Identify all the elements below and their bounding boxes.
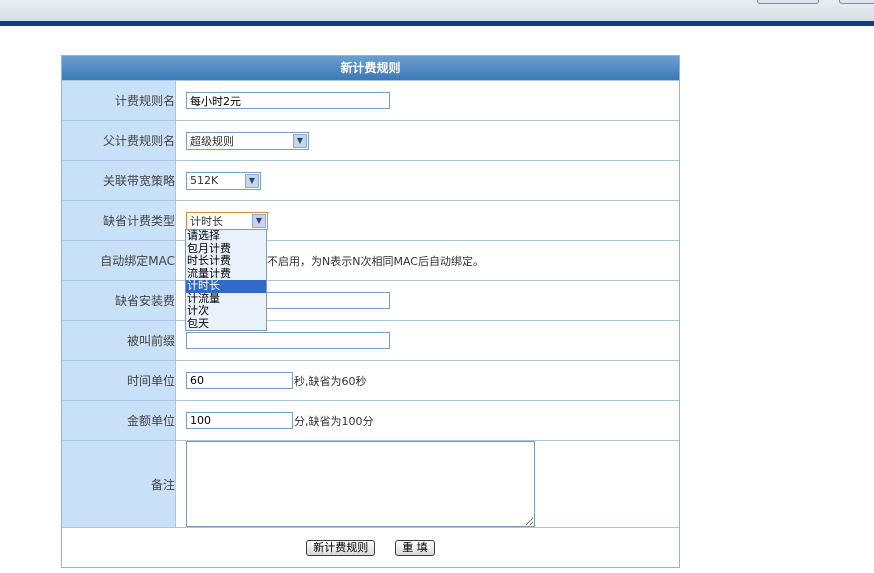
- top-header: [0, 0, 874, 21]
- header-divider: [0, 21, 874, 26]
- chevron-down-icon[interactable]: ▼: [252, 213, 266, 228]
- parent-rule-label: 父计费规则名: [62, 121, 176, 160]
- auto-bind-label: 自动绑定MAC: [62, 241, 176, 280]
- row-parent-rule: 父计费规则名 超级规则 ▼: [62, 120, 679, 160]
- row-auto-bind: 自动绑定MAC 不启用，为N表示N次相同MAC后自动绑定。: [62, 240, 679, 280]
- billing-rule-form: 新计费规则 计费规则名 父计费规则名 超级规则 ▼ 关联带宽策略 512K ▼ …: [61, 55, 680, 568]
- dropdown-option[interactable]: 计次: [186, 304, 266, 318]
- row-time-unit: 时间单位 秒,缺省为60秒: [62, 360, 679, 400]
- row-default-type: 缺省计费类型 计时长 ▼: [62, 200, 679, 240]
- dropdown-option[interactable]: 时长计费: [186, 254, 266, 268]
- chevron-down-icon[interactable]: ▼: [293, 133, 307, 148]
- row-amount-unit: 金额单位 分,缺省为100分: [62, 400, 679, 440]
- parent-rule-select[interactable]: 超级规则 ▼: [186, 131, 309, 150]
- row-rule-name: 计费规则名: [62, 80, 679, 120]
- chevron-down-icon[interactable]: ▼: [245, 173, 259, 188]
- dropdown-option-selected[interactable]: 计时长: [186, 279, 266, 293]
- dropdown-option[interactable]: 包天: [186, 317, 266, 331]
- button-row: 新计费规则 重 填: [62, 527, 679, 567]
- called-prefix-input[interactable]: [186, 332, 390, 349]
- rule-name-input[interactable]: [186, 92, 390, 109]
- called-prefix-label: 被叫前缀: [62, 321, 176, 360]
- time-unit-input[interactable]: [186, 372, 293, 389]
- row-called-prefix: 被叫前缀: [62, 320, 679, 360]
- time-unit-hint: 秒,缺省为60秒: [294, 374, 367, 388]
- default-type-dropdown-list: 请选择 包月计费 时长计费 流量计费 计时长 计流量 计次 包天: [185, 229, 267, 331]
- remark-label: 备注: [62, 441, 176, 527]
- install-fee-label: 缺省安装费: [62, 281, 176, 320]
- dropdown-option[interactable]: 请选择: [186, 229, 266, 243]
- default-type-value: 计时长: [190, 214, 223, 228]
- bandwidth-value: 512K: [190, 174, 219, 187]
- amount-unit-label: 金额单位: [62, 401, 176, 440]
- reset-button[interactable]: 重 填: [395, 539, 435, 556]
- remark-textarea[interactable]: [186, 441, 535, 527]
- header-button-2[interactable]: [839, 0, 874, 4]
- row-bandwidth: 关联带宽策略 512K ▼: [62, 160, 679, 200]
- bandwidth-select[interactable]: 512K ▼: [186, 171, 261, 190]
- row-install-fee: 缺省安装费: [62, 280, 679, 320]
- auto-bind-hint: 不启用，为N表示N次相同MAC后自动绑定。: [267, 254, 484, 268]
- default-type-label: 缺省计费类型: [62, 201, 176, 240]
- header-button-1[interactable]: [757, 0, 819, 4]
- amount-unit-input[interactable]: [186, 412, 293, 429]
- submit-button[interactable]: 新计费规则: [306, 539, 376, 556]
- default-type-select[interactable]: 计时长 ▼: [186, 211, 268, 230]
- time-unit-label: 时间单位: [62, 361, 176, 400]
- form-title: 新计费规则: [62, 56, 679, 80]
- parent-rule-value: 超级规则: [190, 134, 234, 148]
- amount-unit-hint: 分,缺省为100分: [294, 414, 374, 428]
- row-remark: 备注: [62, 440, 679, 527]
- rule-name-label: 计费规则名: [62, 81, 176, 120]
- bandwidth-label: 关联带宽策略: [62, 161, 176, 200]
